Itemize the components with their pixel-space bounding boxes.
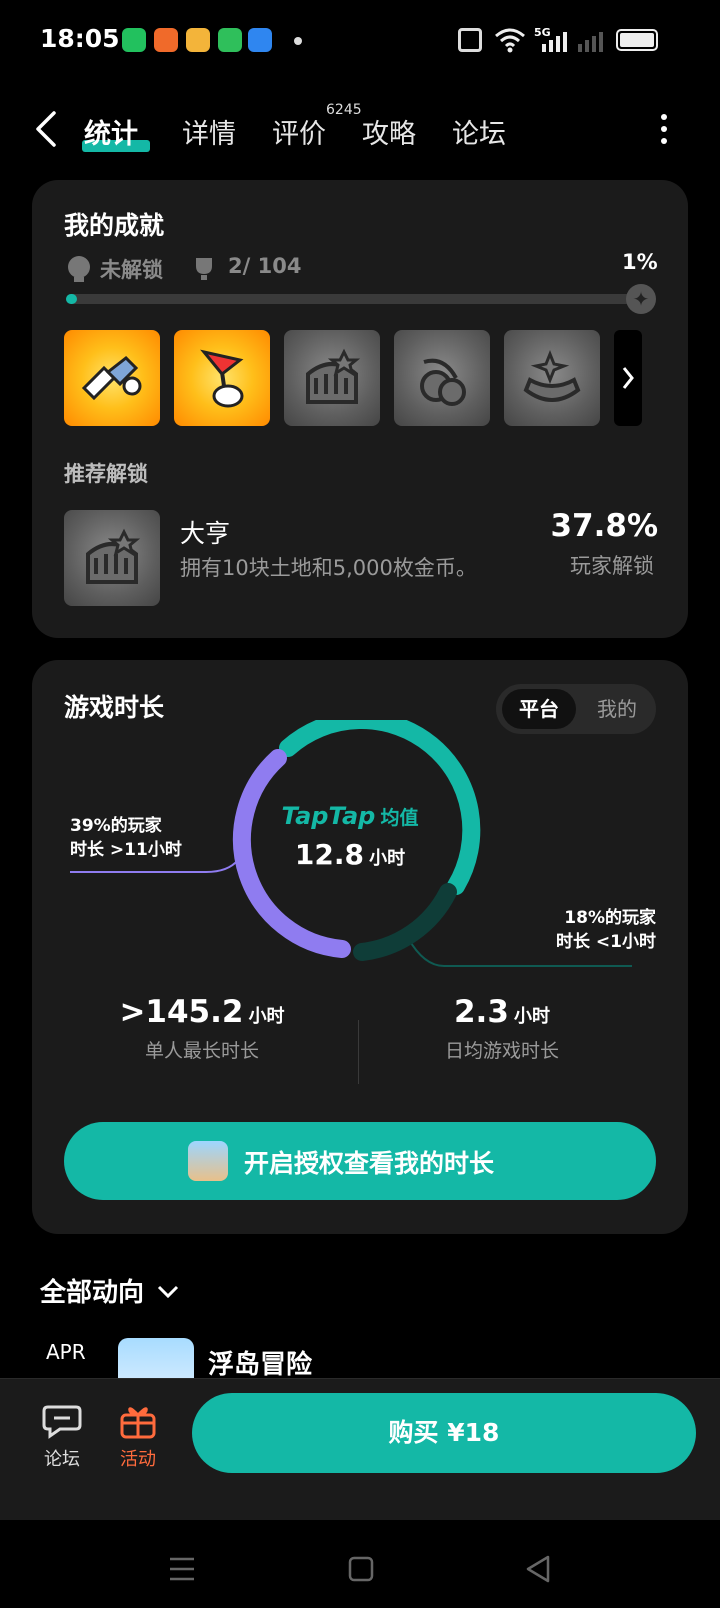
tab-stats[interactable]: 统计 — [84, 112, 138, 151]
tab-reviews[interactable]: 评价 — [272, 112, 326, 151]
achievement-progress-bar — [66, 294, 636, 304]
cup-icon — [196, 258, 212, 280]
review-count-badge: 6245 — [326, 102, 362, 118]
progress-end-star-icon: ✦ — [626, 284, 656, 314]
buy-button[interactable]: 购买 ¥18 — [192, 1393, 696, 1473]
stat1-label: 单人最长时长 — [144, 1040, 259, 1062]
donut-center: TapTap 均值 — [250, 802, 450, 830]
weibo-icon — [186, 28, 210, 52]
home-icon[interactable] — [348, 1556, 374, 1582]
status-bar: 18:05 5G — [0, 0, 720, 84]
stat-divider — [358, 1020, 359, 1084]
left-note-line2: 时长 >11小时 — [70, 840, 182, 860]
feed-date-month: APR — [46, 1340, 86, 1364]
feed-header[interactable]: 全部动向 — [40, 1272, 181, 1309]
system-nav-bar — [0, 1520, 720, 1608]
achievement-badge-4[interactable] — [394, 330, 490, 426]
feed-title: 全部动向 — [40, 1278, 145, 1308]
forum-icon[interactable] — [42, 1403, 82, 1439]
stat2-label: 日均游戏时长 — [444, 1040, 559, 1062]
feed-item-title[interactable]: 浮岛冒险 — [208, 1344, 312, 1381]
sparkle-hand-badge-icon — [523, 349, 581, 402]
stat1-unit: 小时 — [248, 1006, 285, 1027]
game-app-icon — [188, 1141, 228, 1181]
building-badge-icon — [86, 528, 141, 584]
playtime-card: 游戏时长 平台 我的 TapTap 均值 12.8 小时 39%的玩家 时长 >… — [32, 660, 688, 1234]
achievement-progress-text: 2/ 104 — [228, 254, 302, 278]
back-nav-icon[interactable] — [524, 1554, 552, 1584]
activity-label[interactable]: 活动 — [120, 1445, 156, 1471]
top-tab-bar: 统计 详情 评价 6245 攻略 论坛 — [0, 98, 720, 164]
stat1-value: >145.2 — [119, 994, 244, 1030]
chevron-right-icon — [622, 367, 634, 389]
wifi-icon — [495, 28, 525, 53]
tab-guides[interactable]: 攻略 — [362, 112, 416, 151]
playtime-title: 游戏时长 — [64, 693, 165, 722]
right-note-line2: 时长 <1小时 — [556, 932, 656, 952]
more-notifications-icon — [294, 37, 302, 45]
clock: 18:05 — [40, 24, 120, 53]
bottom-action-bar: 论坛 活动 购买 ¥18 — [0, 1378, 720, 1520]
achievement-badge-5[interactable] — [504, 330, 600, 426]
right-note-line1: 18%的玩家 — [564, 908, 656, 928]
browser-icon — [248, 28, 272, 52]
taptap-logo-text: TapTap — [281, 802, 376, 830]
achievement-progress-fill — [66, 294, 78, 304]
recommended-name: 大亨 — [180, 519, 231, 548]
more-options-icon[interactable] — [660, 114, 668, 144]
donut-center-value-row: 12.8 小时 — [250, 838, 450, 871]
achievement-badge-3[interactable] — [284, 330, 380, 426]
center-value: 12.8 — [294, 838, 364, 871]
chevron-down-icon — [158, 1285, 179, 1299]
wechat-icon — [122, 28, 146, 52]
back-icon[interactable] — [34, 110, 58, 148]
stat2-value: 2.3 — [453, 994, 509, 1030]
achievement-badge-1[interactable] — [64, 330, 160, 426]
forum-label[interactable]: 论坛 — [44, 1445, 80, 1471]
achievement-badge-2[interactable] — [174, 330, 270, 426]
achievements-title: 我的成就 — [64, 211, 165, 240]
recommended-desc: 拥有10块土地和5,000枚金币。 — [180, 556, 477, 580]
center-unit: 小时 — [369, 848, 406, 869]
tools-badge-icon — [81, 356, 142, 401]
security-icon — [218, 28, 242, 52]
stat-daily-playtime: 2.3 小时 日均游戏时长 — [372, 994, 632, 1063]
nfc-icon — [458, 28, 482, 52]
recommended-rate: 37.8% — [550, 508, 658, 544]
recommend-title: 推荐解锁 — [64, 462, 148, 486]
fruit-badge-icon — [420, 358, 466, 406]
building-badge-icon — [306, 348, 361, 404]
authorize-button-label: 开启授权查看我的时长 — [244, 1149, 495, 1178]
battery-icon — [616, 29, 658, 51]
achievements-card: 我的成就 未解锁 2/ 104 1% ✦ 推荐解锁 大亨 拥有10块土地和5,0… — [32, 180, 688, 638]
tab-forum[interactable]: 论坛 — [452, 112, 506, 151]
badges-scroll-next-button[interactable] — [614, 330, 642, 426]
signal-icon — [542, 32, 603, 52]
stat-max-playtime: >145.2 小时 单人最长时长 — [72, 994, 332, 1063]
app-icon — [154, 28, 178, 52]
right-note: 18%的玩家 时长 <1小时 — [556, 906, 656, 954]
center-label: 均值 — [380, 807, 419, 829]
locked-label: 未解锁 — [100, 258, 163, 282]
trophy-icon — [68, 256, 90, 282]
donut-segment-under-1h — [353, 883, 457, 961]
recommended-badge[interactable] — [64, 510, 160, 606]
authorize-playtime-button[interactable]: 开启授权查看我的时长 — [64, 1122, 656, 1200]
left-note-line1: 39%的玩家 — [70, 816, 162, 836]
buy-button-label: 购买 ¥18 — [388, 1418, 500, 1447]
stat2-unit: 小时 — [514, 1006, 550, 1027]
tab-details[interactable]: 详情 — [182, 112, 236, 151]
menu-icon[interactable] — [168, 1556, 196, 1582]
flag-badge-icon — [200, 349, 244, 408]
achievement-percent: 1% — [622, 250, 658, 274]
gift-icon[interactable] — [118, 1401, 158, 1441]
left-note: 39%的玩家 时长 >11小时 — [70, 814, 182, 862]
recommended-rate-label: 玩家解锁 — [570, 554, 654, 578]
